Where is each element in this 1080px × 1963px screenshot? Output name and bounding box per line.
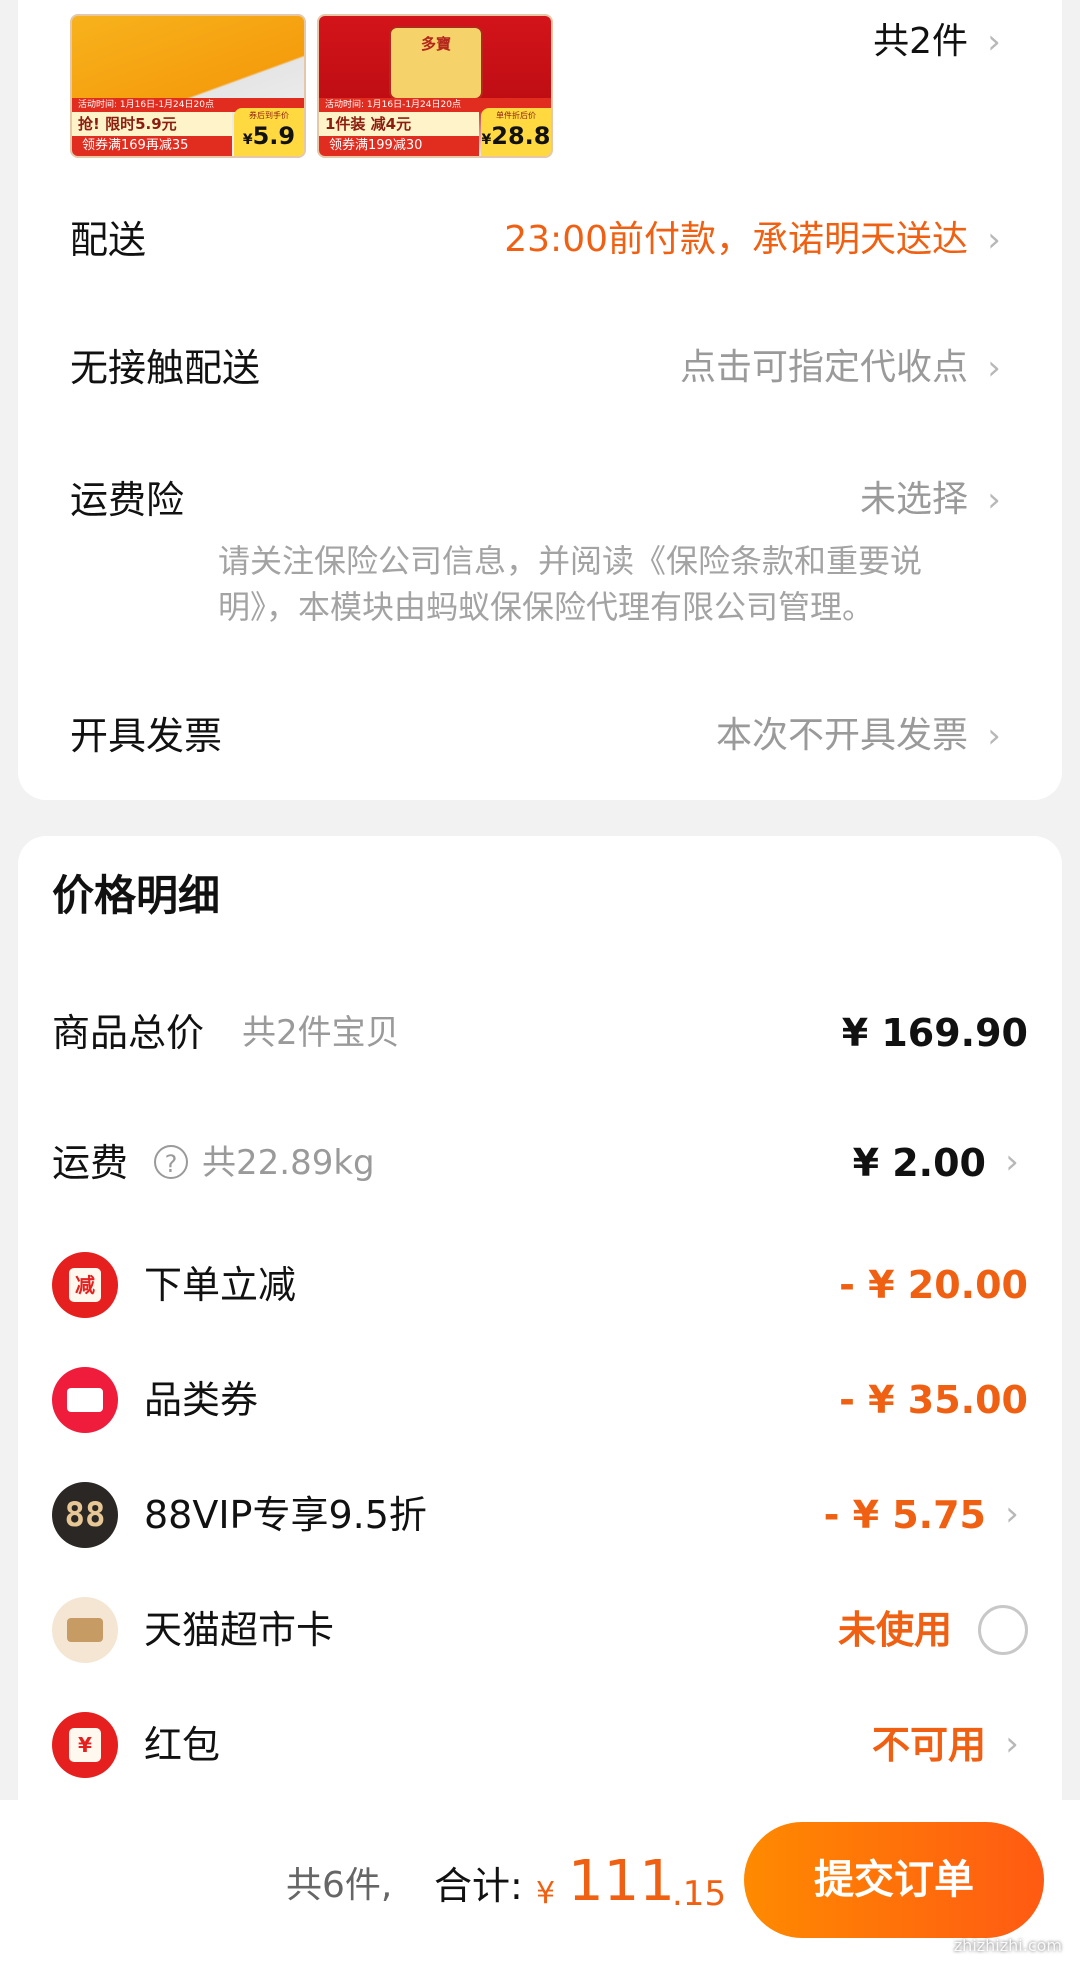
price-box: 券后到手价 ¥5.9 [234, 108, 304, 156]
category-coupon-amount: - ¥ 35.00 [839, 1378, 1028, 1422]
red-packet-label: 红包 [144, 1723, 221, 1767]
contactless-delivery-row[interactable]: 无接触配送 点击可指定代收点 › [70, 338, 1010, 398]
promo-label: 1件装 减4元 [319, 112, 479, 136]
supermarket-card-row[interactable]: 天猫超市卡 未使用 [52, 1595, 1028, 1665]
price-caption: 单件折后价 [496, 111, 536, 120]
red-packet-icon: ¥ [52, 1712, 118, 1778]
vip-discount-row[interactable]: 88 88VIP专享9.5折 - ¥ 5.75 › [52, 1480, 1028, 1550]
supermarket-card-status: 未使用 [837, 1608, 952, 1652]
price-currency: ¥ [481, 132, 492, 148]
red-packet-status: 不可用 [871, 1723, 986, 1767]
delivery-value: 23:00前付款，承诺明天送达 [504, 219, 968, 260]
watermark: zhizhizhi.com [953, 1936, 1062, 1955]
chevron-right-icon: › [1005, 1724, 1019, 1764]
chevron-right-icon: › [987, 480, 1001, 520]
category-coupon-label: 品类券 [144, 1378, 259, 1422]
chevron-right-icon: › [987, 348, 1001, 388]
shipping-insurance-label: 运费险 [70, 478, 185, 522]
price-value: 28.8 [491, 122, 551, 150]
total-amount-integer: 111 [568, 1849, 675, 1914]
category-coupon-row: 品类券 - ¥ 35.00 [52, 1365, 1028, 1435]
contactless-value: 点击可指定代收点 [679, 347, 968, 388]
shipping-insurance-row[interactable]: 运费险 未选择 › [70, 470, 1010, 530]
submit-order-button[interactable]: 提交订单 [744, 1822, 1044, 1938]
items-total-row: 商品总价 共2件宝贝 ¥ 169.90 [52, 998, 1028, 1068]
supermarket-card-radio[interactable] [978, 1605, 1028, 1655]
gift-card-icon [52, 1597, 118, 1663]
instant-discount-amount: - ¥ 20.00 [839, 1263, 1028, 1307]
price-currency: ¥ [242, 132, 253, 148]
contactless-label: 无接触配送 [70, 346, 261, 390]
price-detail-title: 价格明细 [52, 871, 221, 920]
vip-discount-amount: - ¥ 5.75 [823, 1493, 986, 1537]
chevron-right-icon: › [987, 220, 1001, 260]
help-icon[interactable]: ? [154, 1145, 188, 1179]
delivery-label: 配送 [70, 218, 147, 262]
invoice-label: 开具发票 [70, 714, 223, 758]
order-options-card: 活动时间: 1月16日-1月24日20点 抢! 限时5.9元 领券满169再减3… [18, 0, 1062, 800]
items-total-amount: ¥ 169.90 [841, 1011, 1028, 1055]
chevron-right-icon: › [1005, 1494, 1019, 1534]
shipping-fee-label: 运费 [52, 1141, 129, 1185]
items-total-label: 商品总价 [52, 1011, 205, 1055]
invoice-row[interactable]: 开具发票 本次不开具发票 › [70, 706, 1010, 766]
discount-badge-icon: 减 [52, 1252, 118, 1318]
shipping-insurance-value: 未选择 [859, 479, 968, 520]
instant-discount-row: 减 下单立减 - ¥ 20.00 [52, 1250, 1028, 1320]
shipping-weight: 共22.89kg [202, 1143, 375, 1183]
coupon-label: 领券满169再减35 [72, 136, 232, 156]
promo-label: 抢! 限时5.9元 [72, 112, 232, 136]
insurance-note: 请关注保险公司信息，并阅读《保险条款和重要说明》，本模块由蚂蚁保保险代理有限公司… [218, 542, 923, 626]
item-count-row[interactable]: 共2件 › [70, 12, 1010, 72]
items-total-sub: 共2件宝贝 [242, 1013, 400, 1053]
checkout-bar: 共6件, 合计: ¥ 111 .15 提交订单 zhizhizhi.com [0, 1800, 1080, 1963]
chevron-right-icon: › [987, 22, 1001, 62]
chevron-right-icon: › [987, 716, 1001, 756]
price-detail-card [18, 836, 1062, 1846]
vip-88-icon: 88 [52, 1482, 118, 1548]
price-value: 5.9 [252, 122, 296, 150]
invoice-value: 本次不开具发票 [715, 715, 968, 756]
instant-discount-label: 下单立减 [144, 1263, 297, 1307]
total-label: 合计: [434, 1864, 523, 1908]
red-packet-row[interactable]: ¥ 红包 不可用 › [52, 1710, 1028, 1780]
coupon-label: 领券满199减30 [319, 136, 479, 156]
total-amount-decimal: .15 [672, 1874, 727, 1914]
total-currency: ¥ [536, 1876, 556, 1911]
total-item-count: 共6件, [286, 1865, 393, 1906]
item-count: 共2件 [873, 21, 968, 62]
chevron-right-icon: › [1005, 1142, 1019, 1182]
delivery-row[interactable]: 配送 23:00前付款，承诺明天送达 › [70, 210, 1010, 270]
shipping-fee-row[interactable]: 运费 ? 共22.89kg ¥ 2.00 › [52, 1128, 1028, 1198]
shipping-fee-amount: ¥ 2.00 [852, 1141, 986, 1185]
coupon-ticket-icon [52, 1367, 118, 1433]
supermarket-card-label: 天猫超市卡 [144, 1608, 335, 1652]
vip-discount-label: 88VIP专享9.5折 [144, 1493, 427, 1537]
price-box: 单件折后价 ¥28.8 [481, 108, 551, 156]
price-caption: 券后到手价 [249, 111, 289, 120]
